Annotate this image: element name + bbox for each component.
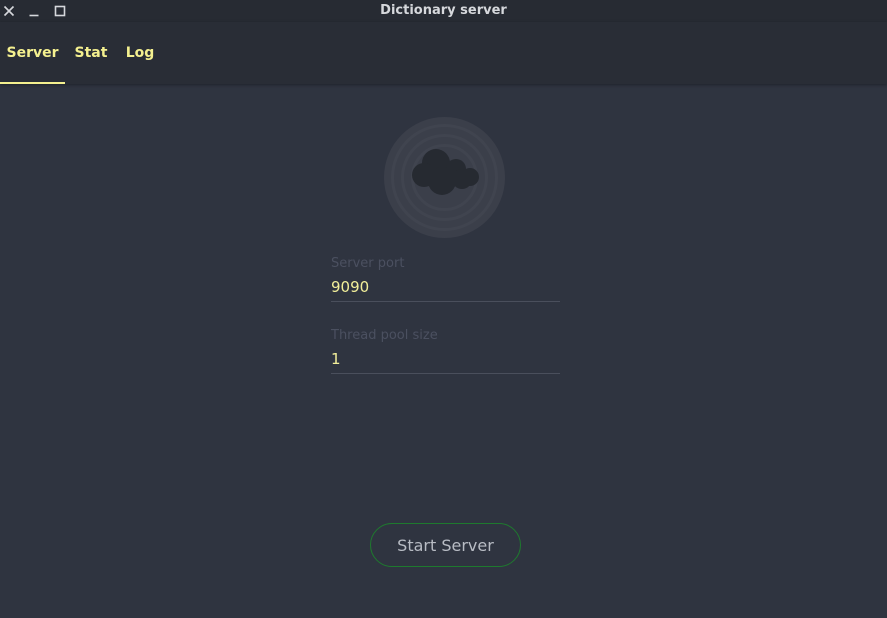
tab-server[interactable]: Server <box>0 22 65 84</box>
server-port-label: Server port <box>331 256 405 271</box>
thread-pool-size-input[interactable] <box>331 346 560 372</box>
app-window: Dictionary server Server Stat Log Server… <box>0 0 887 618</box>
window-title: Dictionary server <box>380 3 507 18</box>
server-logo <box>384 117 505 238</box>
cloud-icon <box>384 117 505 238</box>
thread-pool-size-field: Thread pool size <box>331 326 560 374</box>
tab-bar: Server Stat Log <box>0 22 887 84</box>
title-bar: Dictionary server <box>0 0 887 22</box>
server-port-input[interactable] <box>331 274 560 300</box>
tab-stat[interactable]: Stat <box>65 22 117 84</box>
server-port-underline <box>331 301 560 302</box>
active-tab-indicator <box>0 82 65 84</box>
thread-pool-size-underline <box>331 373 560 374</box>
start-server-button[interactable]: Start Server <box>370 523 521 567</box>
tab-log[interactable]: Log <box>117 22 163 84</box>
thread-pool-size-label: Thread pool size <box>331 328 438 343</box>
server-port-field: Server port <box>331 254 560 302</box>
